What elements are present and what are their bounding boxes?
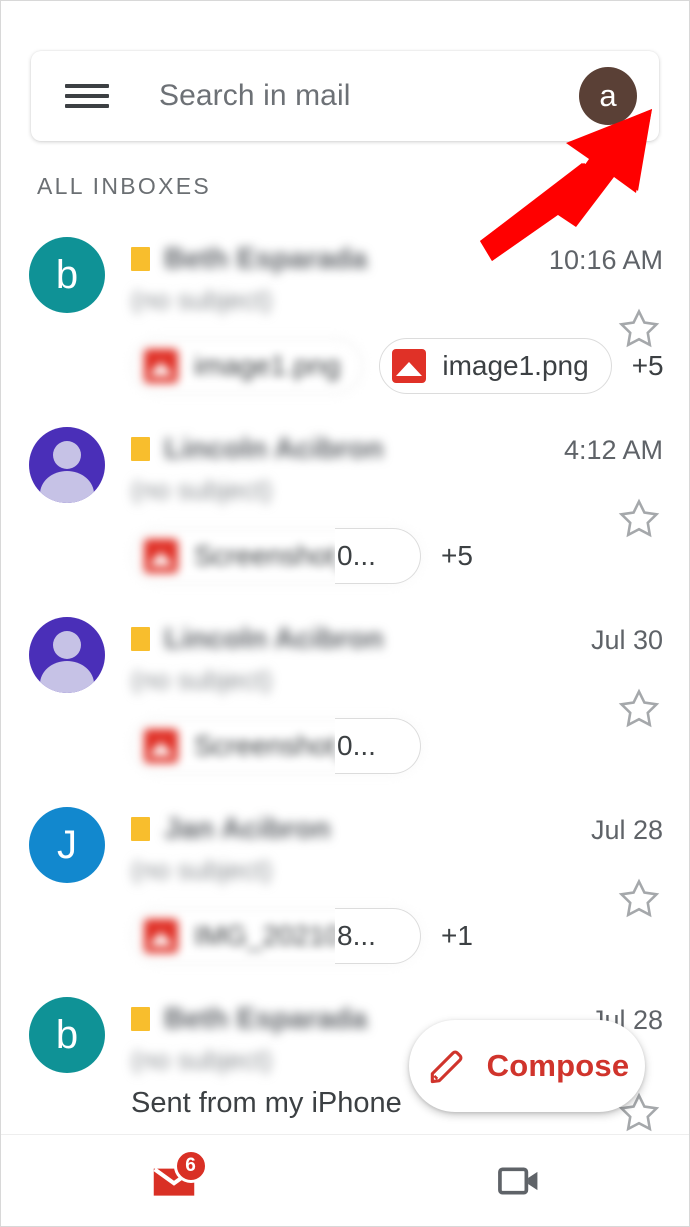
image-file-icon xyxy=(392,349,427,383)
attachment-chip[interactable]: IMG_20210718... 8... xyxy=(131,908,421,964)
sender-line: Beth Esparada xyxy=(131,241,579,277)
email-subject: (no subject) xyxy=(131,855,273,885)
search-input[interactable]: Search in mail xyxy=(159,79,579,113)
attachment-chip-row: Screenshot_20... 0... +5 xyxy=(131,527,579,585)
star-icon[interactable] xyxy=(617,307,661,351)
attachment-more-count: +5 xyxy=(441,540,473,571)
email-time: 4:12 AM xyxy=(563,435,663,465)
attachment-chip-row: Screenshot_20... 0... xyxy=(131,717,579,775)
nav-item-meet[interactable] xyxy=(346,1135,689,1226)
important-marker-icon xyxy=(131,817,150,841)
attachment-name-tail: 8... xyxy=(335,908,421,964)
attachment-more-count: +1 xyxy=(441,920,473,951)
avatar[interactable] xyxy=(29,617,105,693)
star-icon[interactable] xyxy=(617,877,661,921)
email-list: b Beth Esparada (no subject) image1.png … xyxy=(1,219,689,1139)
avatar[interactable]: J xyxy=(29,807,105,883)
email-time: 10:16 AM xyxy=(548,245,663,275)
image-file-icon xyxy=(144,919,178,953)
section-header-all-inboxes: ALL INBOXES xyxy=(37,173,212,199)
attachment-chip[interactable]: Screenshot_20... 0... xyxy=(131,528,421,584)
person-icon xyxy=(53,441,81,469)
sender-name: Beth Esparada xyxy=(164,242,368,275)
table-row[interactable]: Lincoln Acibron (no subject) Screenshot_… xyxy=(1,599,689,789)
avatar[interactable]: b xyxy=(29,997,105,1073)
attachment-name-tail: 0... xyxy=(335,528,421,584)
table-row[interactable]: J Jan Acibron (no subject) IMG_20210718.… xyxy=(1,789,689,979)
sender-name: Lincoln Acibron xyxy=(164,622,384,655)
compose-button[interactable]: Compose xyxy=(409,1020,645,1112)
important-marker-icon xyxy=(131,1007,150,1031)
unread-badge: 6 xyxy=(173,1149,208,1183)
attachment-chip-row: image1.png image1.png +5 xyxy=(131,337,664,395)
attachment-name: image1.png xyxy=(194,350,341,381)
person-icon xyxy=(53,631,81,659)
nav-item-mail[interactable]: 6 xyxy=(1,1135,346,1226)
attachment-chip-blurred[interactable]: image1.png xyxy=(131,338,364,394)
attachment-more-count: +5 xyxy=(631,350,664,381)
hamburger-menu-icon[interactable] xyxy=(65,80,109,112)
gmail-app-screen: Search in mail a ALL INBOXES b Beth Espa… xyxy=(0,0,690,1227)
sender-name: Jan Acibron xyxy=(164,812,331,845)
attachment-name-tail: 0... xyxy=(335,718,421,774)
person-icon-body xyxy=(40,661,94,693)
important-marker-icon xyxy=(131,247,150,271)
attachment-chip[interactable]: Screenshot_20... 0... xyxy=(131,718,421,774)
important-marker-icon xyxy=(131,627,150,651)
table-row[interactable]: b Beth Esparada (no subject) image1.png … xyxy=(1,219,689,409)
image-file-icon xyxy=(144,349,178,383)
avatar[interactable]: b xyxy=(29,237,105,313)
star-icon[interactable] xyxy=(617,687,661,731)
image-file-icon xyxy=(144,729,178,763)
sender-line: Jan Acibron xyxy=(131,811,579,847)
compose-label: Compose xyxy=(486,1048,630,1083)
email-subject: (no subject) xyxy=(131,475,273,505)
search-bar[interactable]: Search in mail a xyxy=(31,51,659,141)
sender-name: Lincoln Acibron xyxy=(164,432,384,465)
pencil-icon xyxy=(430,1050,463,1084)
video-camera-icon xyxy=(497,1166,537,1195)
email-subject: (no subject) xyxy=(131,665,273,695)
sender-line: Lincoln Acibron xyxy=(131,431,579,467)
email-time: Jul 28 xyxy=(590,815,663,845)
account-avatar[interactable]: a xyxy=(579,67,637,125)
attachment-name: image1.png xyxy=(442,350,589,381)
bottom-navigation: 6 xyxy=(1,1134,689,1226)
table-row[interactable]: Lincoln Acibron (no subject) Screenshot_… xyxy=(1,409,689,599)
attachment-chip-row: IMG_20210718... 8... +1 xyxy=(131,907,579,965)
email-time: Jul 30 xyxy=(590,625,663,655)
avatar[interactable] xyxy=(29,427,105,503)
person-icon-body xyxy=(40,471,94,503)
important-marker-icon xyxy=(131,437,150,461)
email-subject: (no subject) xyxy=(131,285,273,315)
image-file-icon xyxy=(144,539,178,573)
sender-line: Lincoln Acibron xyxy=(131,621,579,657)
attachment-chip[interactable]: image1.png xyxy=(379,338,612,394)
star-icon[interactable] xyxy=(617,497,661,541)
sender-name: Beth Esparada xyxy=(164,1002,368,1035)
